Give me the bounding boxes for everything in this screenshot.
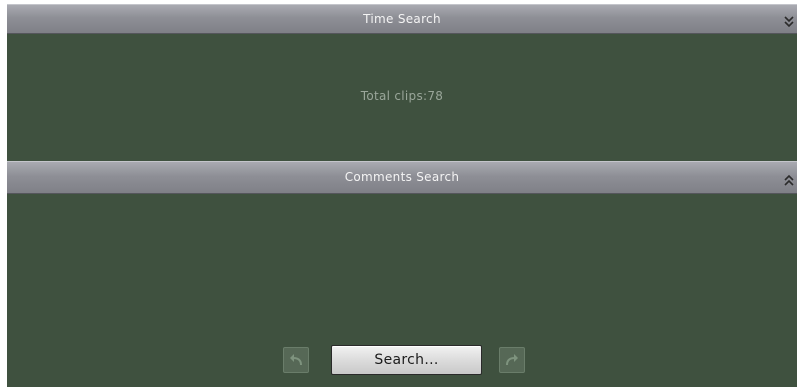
double-chevron-up-icon[interactable] — [783, 170, 795, 186]
undo-button[interactable] — [283, 347, 309, 373]
total-clips-label: Total clips:78 — [360, 89, 444, 103]
comments-search-header[interactable]: Comments Search — [7, 161, 797, 194]
time-search-header[interactable]: Time Search — [7, 4, 797, 34]
double-chevron-down-icon[interactable] — [783, 12, 795, 28]
undo-arrow-icon — [290, 354, 302, 366]
search-app: Time Search Total clips:78 Comments Sear… — [0, 0, 797, 387]
redo-button[interactable] — [499, 347, 525, 373]
left-margin — [0, 0, 7, 387]
search-button[interactable]: Search... — [331, 345, 482, 375]
comments-search-panel: Search... — [7, 194, 797, 387]
redo-arrow-icon — [506, 354, 518, 366]
time-search-title: Time Search — [363, 12, 441, 26]
time-search-panel: Total clips:78 — [7, 34, 797, 161]
comments-search-title: Comments Search — [344, 170, 460, 184]
